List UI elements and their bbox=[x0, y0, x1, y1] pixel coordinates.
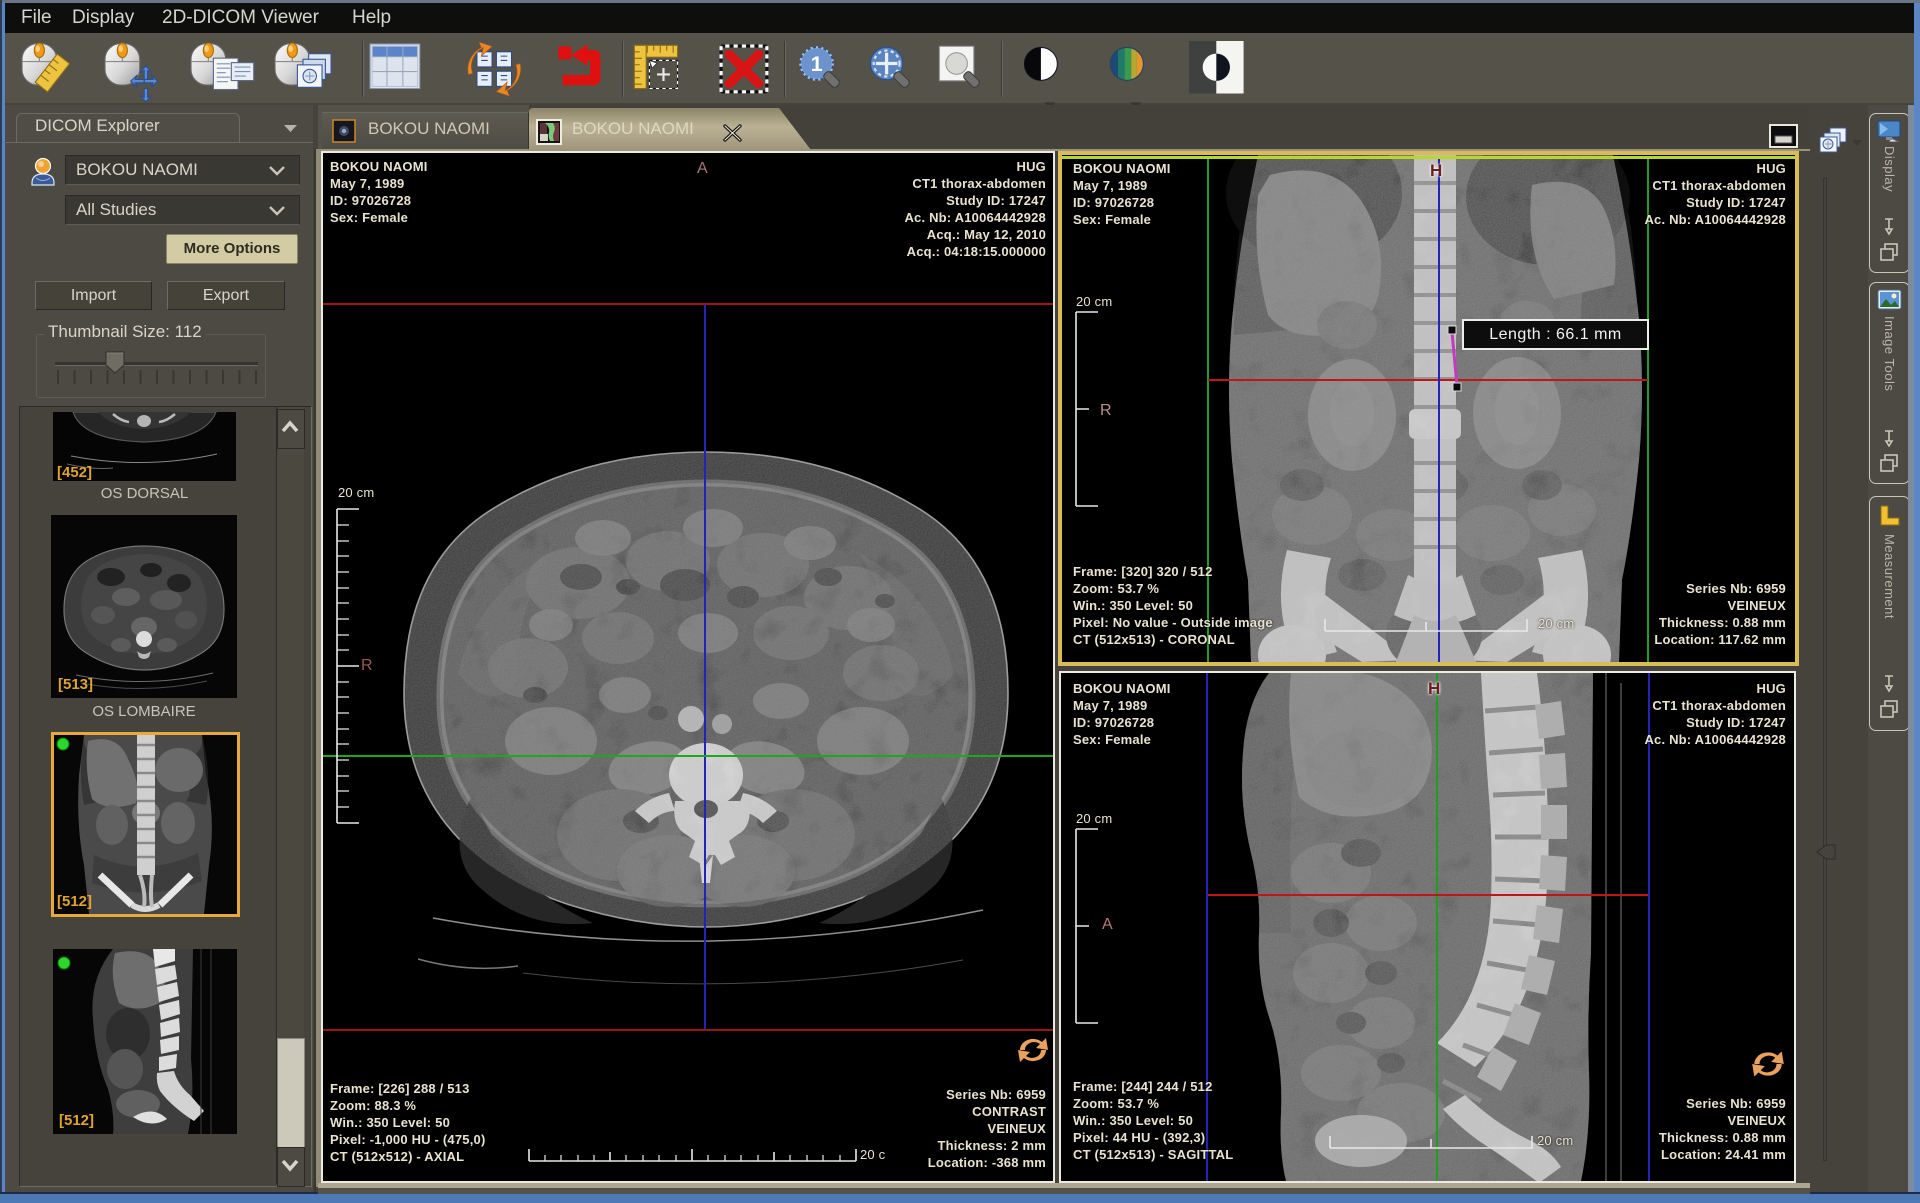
svg-text:1: 1 bbox=[811, 51, 823, 76]
